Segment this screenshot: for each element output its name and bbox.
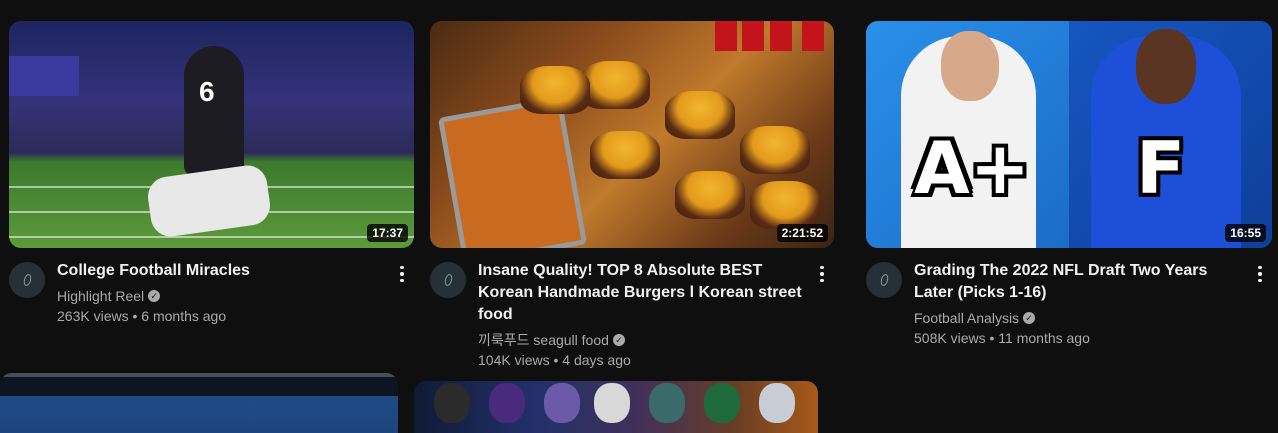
verified-badge-icon: ✓ bbox=[1023, 312, 1036, 324]
view-count: 104K views bbox=[478, 352, 550, 368]
video-thumbnail[interactable]: A+ F 16:55 bbox=[866, 21, 1272, 248]
verified-badge-icon: ✓ bbox=[612, 334, 625, 346]
video-meta: 508K views • 11 months ago bbox=[914, 328, 1240, 348]
duration-badge: 16:55 bbox=[1225, 224, 1266, 242]
separator: • bbox=[553, 352, 559, 368]
duration-badge: 17:37 bbox=[367, 224, 408, 242]
video-thumbnail-row2-2[interactable] bbox=[414, 381, 818, 433]
view-count: 263K views bbox=[57, 308, 129, 324]
channel-name[interactable]: Highlight Reel bbox=[57, 286, 144, 306]
duration-badge: 2:21:52 bbox=[776, 224, 828, 242]
video-title[interactable]: Grading The 2022 NFL Draft Two Years Lat… bbox=[914, 260, 1240, 304]
upload-age: 11 months ago bbox=[998, 330, 1090, 346]
video-meta: 263K views • 6 months ago bbox=[57, 306, 382, 326]
video-title[interactable]: College Football Miracles bbox=[57, 260, 382, 282]
video-card-1[interactable]: 6 17:37 College Football Miracles Highli… bbox=[9, 21, 414, 326]
channel-name-row[interactable]: Highlight Reel ✓ bbox=[57, 286, 382, 306]
verified-badge-icon: ✓ bbox=[148, 290, 161, 302]
upload-age: 6 months ago bbox=[141, 308, 227, 324]
video-thumbnail[interactable]: 2:21:52 bbox=[430, 21, 834, 248]
more-vert-icon[interactable] bbox=[392, 262, 412, 286]
video-thumbnail-row2-1[interactable] bbox=[0, 373, 398, 433]
separator: • bbox=[132, 308, 138, 324]
more-vert-icon[interactable] bbox=[1250, 262, 1270, 286]
separator: • bbox=[989, 330, 995, 346]
channel-avatar[interactable] bbox=[9, 262, 45, 298]
view-count: 508K views bbox=[914, 330, 986, 346]
video-meta: 104K views • 4 days ago bbox=[478, 350, 802, 370]
video-card-2[interactable]: 2:21:52 Insane Quality! TOP 8 Absolute B… bbox=[430, 21, 834, 370]
channel-name-row[interactable]: 끼룩푸드 seagull food ✓ bbox=[478, 330, 802, 350]
more-vert-icon[interactable] bbox=[812, 262, 832, 286]
channel-name[interactable]: 끼룩푸드 seagull food bbox=[478, 330, 609, 350]
thumbnail-grade-f: F bbox=[1136, 126, 1186, 210]
channel-avatar[interactable] bbox=[866, 262, 902, 298]
video-card-3[interactable]: A+ F 16:55 Grading The 2022 NFL Draft Tw… bbox=[866, 21, 1272, 348]
channel-avatar[interactable] bbox=[430, 262, 466, 298]
channel-name[interactable]: Football Analysis bbox=[914, 308, 1019, 328]
video-title[interactable]: Insane Quality! TOP 8 Absolute BEST Kore… bbox=[478, 260, 802, 326]
video-thumbnail[interactable]: 6 17:37 bbox=[9, 21, 414, 248]
thumbnail-grade-a: A+ bbox=[914, 126, 1031, 210]
channel-name-row[interactable]: Football Analysis ✓ bbox=[914, 308, 1240, 328]
upload-age: 4 days ago bbox=[562, 352, 631, 368]
